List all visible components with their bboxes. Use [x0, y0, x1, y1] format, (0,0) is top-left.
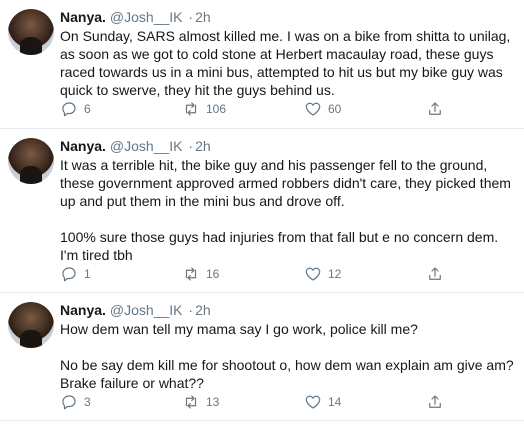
heart-icon — [305, 395, 321, 409]
share-icon — [429, 102, 441, 115]
tweet-text: On Sunday, SARS almost killed me. I was … — [60, 27, 516, 99]
tweet-actions: 3 13 14 — [60, 393, 466, 411]
separator-dot: · — [188, 9, 194, 25]
retweet-count: 106 — [206, 102, 227, 116]
display-name[interactable]: Nanya. — [60, 302, 106, 318]
timestamp[interactable]: 2h — [195, 9, 211, 25]
reply-icon — [62, 267, 76, 282]
retweet-icon — [185, 395, 197, 409]
timestamp[interactable]: 2h — [195, 302, 211, 318]
retweet-count: 13 — [206, 395, 220, 409]
reply-button[interactable]: 1 — [60, 265, 182, 283]
tweet-thread: Nanya. @Josh__IK · 2h On Sunday, SARS almo… — [0, 0, 524, 428]
display-name[interactable]: Nanya. — [60, 9, 106, 25]
tweet[interactable]: Nanya. @Josh__IK · 2h How dem wan tell my … — [0, 293, 524, 421]
retweet-icon — [185, 267, 197, 281]
tweet-header: Nanya. @Josh__IK · 2h — [60, 8, 516, 26]
share-icon — [429, 395, 441, 408]
tweet[interactable]: Nanya. @Josh__IK · 2h It was a terrible hi… — [0, 129, 524, 293]
share-button[interactable] — [426, 265, 466, 283]
retweet-icon — [185, 102, 197, 116]
timestamp[interactable]: 2h — [195, 138, 211, 154]
display-name[interactable]: Nanya. — [60, 138, 106, 154]
tweet-actions: 1 16 12 — [60, 265, 466, 283]
tweet-header: Nanya. @Josh__IK · 2h — [60, 301, 516, 319]
avatar[interactable] — [8, 302, 54, 348]
reply-count: 3 — [84, 395, 91, 409]
tweet-content: Nanya. @Josh__IK · 2h It was a terrible hi… — [60, 137, 516, 264]
tweet-paragraph: How dem wan tell my mama say I go work, … — [60, 321, 418, 337]
user-handle[interactable]: @Josh__IK — [110, 9, 183, 25]
retweet-count: 16 — [206, 267, 220, 281]
avatar[interactable] — [8, 138, 54, 184]
tweet-paragraph: It was a terrible hit, the bike guy and … — [60, 157, 511, 209]
like-count: 60 — [328, 102, 342, 116]
tweet-text: How dem wan tell my mama say I go work, … — [60, 320, 516, 392]
like-button[interactable]: 12 — [304, 265, 426, 283]
tweet-paragraph: 100% sure those guys had injuries from t… — [60, 229, 499, 263]
retweet-button[interactable]: 13 — [182, 393, 304, 411]
reply-icon — [62, 102, 76, 117]
tweet-paragraph: On Sunday, SARS almost killed me. I was … — [60, 28, 511, 98]
reply-count: 6 — [84, 102, 91, 116]
heart-icon — [305, 102, 321, 116]
avatar[interactable] — [8, 9, 54, 55]
share-button[interactable] — [426, 100, 466, 118]
user-handle[interactable]: @Josh__IK — [110, 302, 183, 318]
reply-button[interactable]: 6 — [60, 100, 182, 118]
retweet-button[interactable]: 106 — [182, 100, 304, 118]
separator-dot: · — [188, 138, 194, 154]
reply-button[interactable]: 3 — [60, 393, 182, 411]
heart-icon — [305, 267, 321, 281]
tweet-content: Nanya. @Josh__IK · 2h How dem wan tell my … — [60, 301, 516, 392]
tweet-header: Nanya. @Josh__IK · 2h — [60, 137, 516, 155]
share-icon — [429, 267, 441, 280]
reply-count: 1 — [84, 267, 91, 281]
tweet[interactable]: Nanya. @Josh__IK · 2h On Sunday, SARS almo… — [0, 0, 524, 129]
tweet-text: It was a terrible hit, the bike guy and … — [60, 156, 516, 264]
like-button[interactable]: 60 — [304, 100, 426, 118]
tweet-actions: 6 106 60 — [60, 100, 466, 118]
retweet-button[interactable]: 16 — [182, 265, 304, 283]
tweet-paragraph: No be say dem kill me for shootout o, ho… — [60, 357, 514, 391]
like-count: 12 — [328, 267, 342, 281]
like-button[interactable]: 14 — [304, 393, 426, 411]
user-handle[interactable]: @Josh__IK — [110, 138, 183, 154]
share-button[interactable] — [426, 393, 466, 411]
tweet-content: Nanya. @Josh__IK · 2h On Sunday, SARS almo… — [60, 8, 516, 99]
separator-dot: · — [188, 302, 194, 318]
like-count: 14 — [328, 395, 342, 409]
reply-icon — [62, 395, 76, 410]
